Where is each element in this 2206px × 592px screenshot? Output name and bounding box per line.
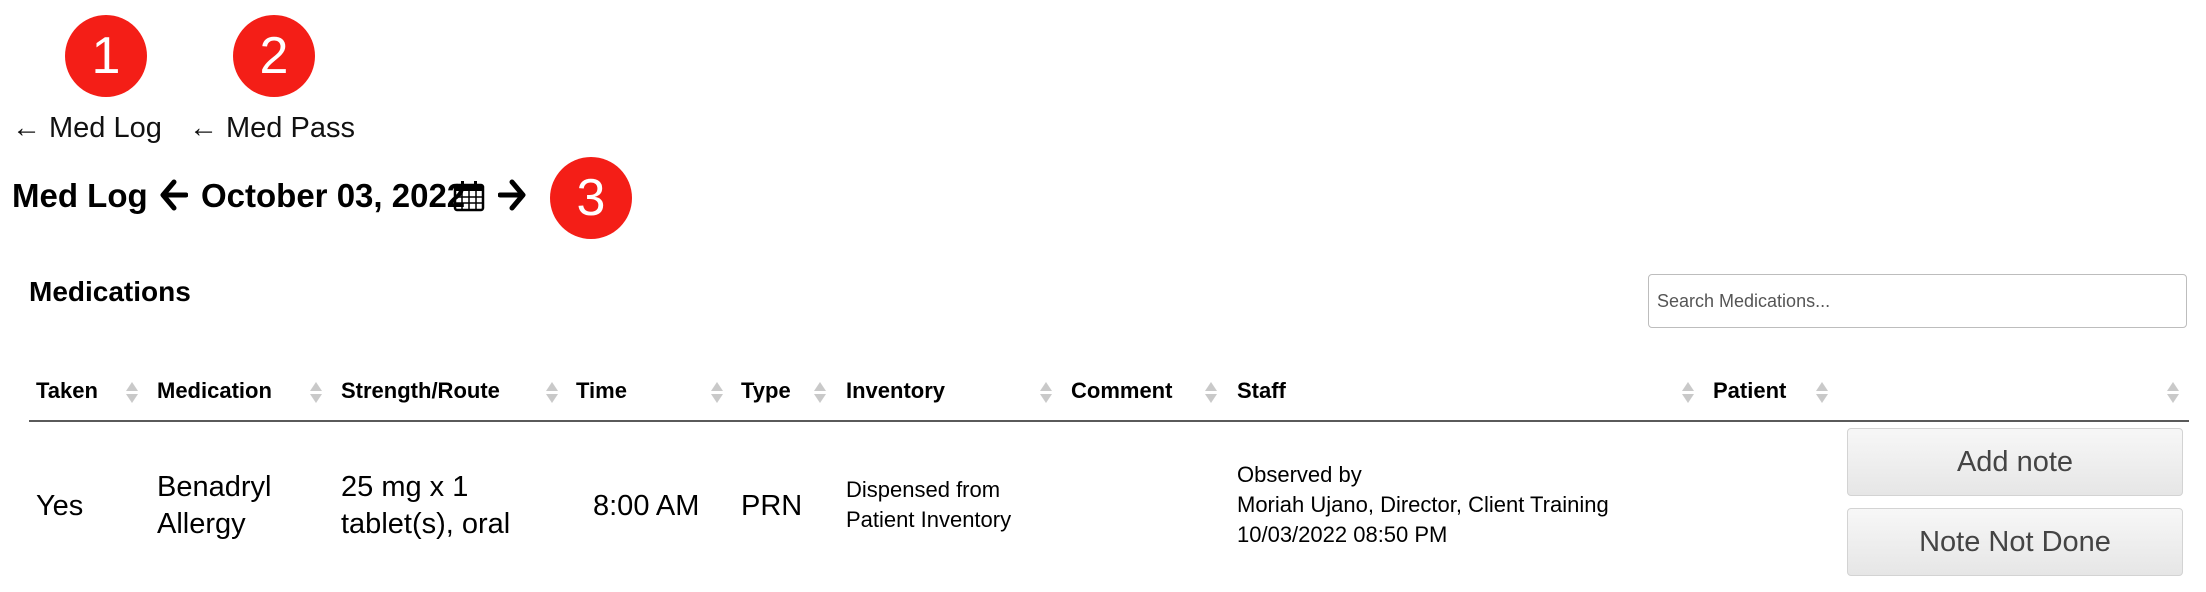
column-header-taken[interactable]: Taken	[36, 378, 98, 404]
medication-name-line: Benadryl	[157, 471, 272, 503]
annotation-marker-3: 3	[550, 157, 632, 239]
cell-taken: Yes	[36, 490, 84, 522]
sort-icon[interactable]	[1205, 380, 1217, 406]
column-header-comment[interactable]: Comment	[1071, 378, 1172, 404]
current-date: October 03, 2022	[201, 177, 466, 214]
sort-icon[interactable]	[1816, 380, 1828, 406]
staff-line: Observed by	[1237, 462, 1362, 487]
staff-line: Moriah Ujano, Director, Client Training	[1237, 492, 1609, 517]
back-to-med-pass-link[interactable]: ← Med Pass	[189, 112, 355, 145]
sort-icon[interactable]	[546, 380, 558, 406]
annotation-marker-1: 1	[65, 15, 147, 97]
column-header-staff[interactable]: Staff	[1237, 378, 1286, 404]
staff-line: 10/03/2022 08:50 PM	[1237, 522, 1448, 547]
column-header-time[interactable]: Time	[576, 378, 627, 404]
cell-strength-route: 25 mg x 1 tablet(s), oral	[341, 469, 510, 543]
back-arrow-icon: ←	[12, 112, 41, 144]
annotation-marker-2: 2	[233, 15, 315, 97]
note-not-done-button[interactable]: Note Not Done	[1847, 508, 2183, 576]
previous-day-button[interactable]	[160, 177, 189, 218]
cell-time: 8:00 AM	[593, 490, 700, 522]
sort-icon[interactable]	[310, 380, 322, 406]
inventory-line: Patient Inventory	[846, 507, 1012, 532]
back-to-med-log-link[interactable]: ← Med Log	[12, 112, 162, 145]
inventory-line: Dispensed from	[846, 477, 1001, 502]
column-header-medication[interactable]: Medication	[157, 378, 272, 404]
calendar-icon	[453, 181, 485, 212]
sort-icon[interactable]	[814, 380, 826, 406]
right-arrow-icon	[497, 179, 526, 211]
back-arrow-icon: ←	[189, 112, 218, 144]
column-header-strength-route[interactable]: Strength/Route	[341, 378, 500, 404]
back-link-label: Med Log	[49, 112, 162, 144]
column-header-inventory[interactable]: Inventory	[846, 378, 945, 404]
cell-staff: Observed by Moriah Ujano, Director, Clie…	[1237, 460, 1609, 550]
sort-icon[interactable]	[1682, 380, 1694, 406]
strength-route-line: 25 mg x 1	[341, 471, 469, 503]
cell-inventory: Dispensed from Patient Inventory	[846, 475, 1011, 535]
sort-icon[interactable]	[2167, 380, 2179, 406]
page-title: Med Log	[12, 177, 148, 214]
sort-icon[interactable]	[711, 380, 723, 406]
column-header-patient[interactable]: Patient	[1713, 378, 1786, 404]
strength-route-line: tablet(s), oral	[341, 508, 511, 540]
column-header-type[interactable]: Type	[741, 378, 791, 404]
cell-type: PRN	[741, 490, 803, 522]
next-day-button[interactable]	[497, 177, 526, 218]
left-arrow-icon	[160, 179, 189, 211]
date-picker-button[interactable]	[453, 180, 485, 217]
sort-icon[interactable]	[1040, 380, 1052, 406]
medications-section-title: Medications	[29, 276, 191, 307]
sort-icon[interactable]	[126, 380, 138, 406]
table-header-divider	[29, 420, 2189, 422]
search-medications-input[interactable]	[1648, 274, 2187, 328]
back-link-label: Med Pass	[226, 112, 355, 144]
medication-name-line: Allergy	[157, 508, 246, 540]
cell-medication: Benadryl Allergy	[157, 469, 271, 543]
add-note-button[interactable]: Add note	[1847, 428, 2183, 496]
